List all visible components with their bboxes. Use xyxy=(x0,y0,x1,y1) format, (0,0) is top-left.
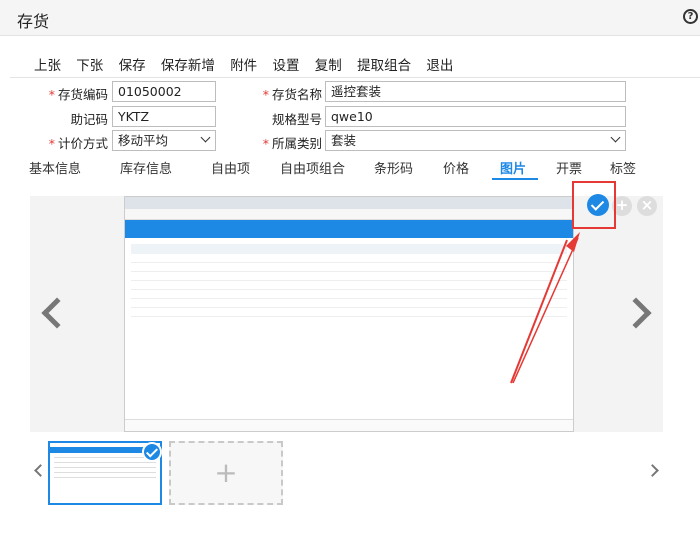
preview-image xyxy=(124,196,574,432)
copy-button[interactable]: 复制 xyxy=(315,54,342,74)
tab-bar: 基本信息 库存信息 自由项 自由项组合 条形码 价格 图片 开票 标签 xyxy=(0,154,700,180)
category-value: 套装 xyxy=(331,133,357,148)
preview-pagination xyxy=(125,419,573,431)
add-thumbnail-button[interactable]: + xyxy=(169,441,283,505)
thumb-row xyxy=(54,465,156,468)
category-select[interactable]: 套装 xyxy=(325,130,626,151)
thumb-prev-icon[interactable] xyxy=(34,464,47,477)
prev-image-icon[interactable] xyxy=(41,297,73,329)
thumb-row xyxy=(54,470,156,473)
preview-table-header xyxy=(131,244,567,254)
inventory-dialog: 存货 ? 上张 下张 保存 保存新增 附件 设置 复制 提取组合 退出 * 存货编… xyxy=(0,0,700,543)
thumbnail-strip: + xyxy=(30,436,663,506)
image-viewer xyxy=(30,196,663,432)
thumb-row xyxy=(54,475,156,478)
tab-basic-info[interactable]: 基本信息 xyxy=(29,158,81,177)
mnemonic-label: 助记码 xyxy=(70,112,108,127)
prev-button[interactable]: 上张 xyxy=(34,54,61,74)
code-field[interactable]: 01050002 xyxy=(112,81,216,102)
name-field[interactable]: 遥控套装 xyxy=(325,81,626,102)
preview-row xyxy=(131,308,567,317)
attachment-button[interactable]: 附件 xyxy=(230,54,257,74)
spec-field[interactable]: qwe10 xyxy=(325,106,626,127)
settings-button[interactable]: 设置 xyxy=(272,54,299,74)
tab-invoice[interactable]: 开票 xyxy=(556,158,582,177)
preview-row xyxy=(131,299,567,308)
tab-stock-info[interactable]: 库存信息 xyxy=(120,158,172,177)
save-button[interactable]: 保存 xyxy=(119,54,146,74)
tab-price[interactable]: 价格 xyxy=(443,158,469,177)
preview-row xyxy=(131,272,567,281)
delete-image-icon[interactable]: × xyxy=(637,196,657,216)
next-button[interactable]: 下张 xyxy=(76,54,103,74)
tab-image[interactable]: 图片 xyxy=(500,158,526,177)
thumb-next-icon[interactable] xyxy=(646,464,659,477)
code-label: * 存货编码 xyxy=(48,87,108,102)
category-label: * 所属类别 xyxy=(262,136,322,151)
help-icon[interactable]: ? xyxy=(683,9,698,24)
mnemonic-field[interactable]: YKTZ xyxy=(112,106,216,127)
costing-select[interactable]: 移动平均 xyxy=(112,130,216,151)
tab-free-item-combo[interactable]: 自由项组合 xyxy=(280,158,345,177)
thumbnail-selected-check-icon xyxy=(142,442,162,462)
dialog-title: 存货 xyxy=(17,12,50,31)
costing-value: 移动平均 xyxy=(118,133,169,148)
highlight-box xyxy=(572,181,616,229)
thumb-row xyxy=(54,460,156,463)
tab-barcode[interactable]: 条形码 xyxy=(374,158,413,177)
title-bar: 存货 ? xyxy=(0,0,700,36)
costing-label: * 计价方式 xyxy=(48,136,108,151)
preview-app-header xyxy=(125,220,573,238)
thumb-row xyxy=(54,455,156,458)
extract-combo-button[interactable]: 提取组合 xyxy=(357,54,411,74)
toolbar-divider xyxy=(10,77,700,78)
exit-button[interactable]: 退出 xyxy=(426,54,453,74)
preview-browser-tabs xyxy=(125,197,573,209)
tab-tags[interactable]: 标签 xyxy=(610,158,636,177)
preview-row xyxy=(131,263,567,272)
save-new-button[interactable]: 保存新增 xyxy=(161,54,215,74)
preview-row xyxy=(131,254,567,263)
chevron-down-icon xyxy=(200,132,211,143)
next-image-icon[interactable] xyxy=(620,297,652,329)
tab-free-item[interactable]: 自由项 xyxy=(211,158,250,177)
preview-row xyxy=(131,281,567,290)
chevron-down-icon xyxy=(610,132,621,143)
spec-label: 规格型号 xyxy=(271,112,322,127)
toolbar: 上张 下张 保存 保存新增 附件 设置 复制 提取组合 退出 xyxy=(34,54,464,74)
name-label: * 存货名称 xyxy=(262,87,322,102)
preview-address-bar xyxy=(125,209,573,220)
preview-row xyxy=(131,290,567,299)
active-tab-indicator xyxy=(492,178,538,180)
preview-table xyxy=(125,238,573,323)
